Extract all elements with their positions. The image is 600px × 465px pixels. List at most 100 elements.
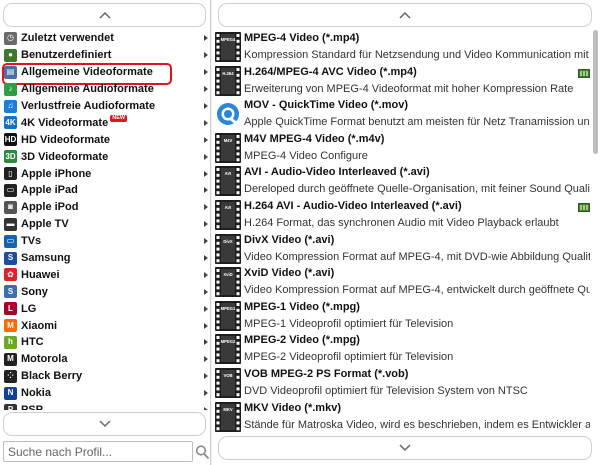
format-scrollbar[interactable] bbox=[593, 30, 599, 432]
category-item[interactable]: M Xiaomi bbox=[0, 317, 211, 334]
sony-icon: S bbox=[4, 285, 17, 299]
xiaomi-icon: M bbox=[4, 319, 17, 333]
thumb-label: MKV bbox=[223, 407, 233, 412]
thumb-label: XviD bbox=[223, 272, 232, 277]
search-icon[interactable] bbox=[195, 444, 209, 460]
format-item[interactable]: DivX DivX Video (*.avi) Video Kompression … bbox=[212, 232, 592, 266]
category-label: 4K Videoformate bbox=[21, 116, 109, 129]
chevron-up-icon bbox=[98, 11, 111, 19]
film-icon: AVI bbox=[215, 199, 241, 230]
samsung-icon: S bbox=[4, 251, 17, 265]
category-item[interactable]: ◷ Zuletzt verwendet bbox=[0, 30, 211, 47]
format-description: Kompression Standard für Netzsendung und… bbox=[244, 49, 590, 61]
4k-icon: 4K bbox=[4, 116, 17, 130]
category-item[interactable]: h HTC bbox=[0, 334, 211, 351]
format-item[interactable]: MPEG2 MPEG-2 Video (*.mpg) MPEG-2 Videopro… bbox=[212, 332, 592, 366]
category-item[interactable]: 3D 3D Videoformate bbox=[0, 148, 211, 165]
format-item[interactable]: MPEG1 MPEG-1 Video (*.mpg) MPEG-1 Videopro… bbox=[212, 299, 592, 333]
format-item[interactable]: MOV - QuickTime Video (*.mov) Apple Quick… bbox=[212, 97, 592, 131]
submenu-arrow-icon bbox=[204, 103, 208, 109]
category-item[interactable]: ♪ Allgemeine Audioformate bbox=[0, 81, 211, 98]
format-item[interactable]: XviD XviD Video (*.avi) Video Kompression … bbox=[212, 265, 592, 299]
category-item[interactable]: ▭ Apple iPad bbox=[0, 182, 211, 199]
submenu-arrow-icon bbox=[204, 170, 208, 177]
category-item[interactable]: ◙ Apple iPod bbox=[0, 199, 211, 216]
submenu-arrow-icon bbox=[204, 238, 208, 245]
format-item[interactable]: AVI H.264 AVI - Audio-Video Interleaved (… bbox=[212, 198, 592, 232]
category-item[interactable]: ▯ Apple iPhone bbox=[0, 165, 211, 182]
psp-icon: P bbox=[4, 403, 17, 410]
category-label: Black Berry bbox=[21, 370, 83, 383]
submenu-arrow-icon bbox=[204, 69, 208, 76]
category-item[interactable]: ▬ Apple TV bbox=[0, 216, 211, 233]
scrollbar-thumb[interactable] bbox=[593, 30, 598, 154]
category-item[interactable]: ▭ TVs bbox=[0, 233, 211, 250]
category-item[interactable]: ● Benutzerdefiniert bbox=[0, 47, 211, 64]
iphone-icon: ▯ bbox=[4, 167, 17, 181]
category-scroll-up-button[interactable] bbox=[3, 3, 206, 27]
format-name: MKV Video (*.mkv) bbox=[244, 401, 341, 414]
ipod-icon: ◙ bbox=[4, 200, 17, 214]
format-item[interactable]: VOB VOB MPEG-2 PS Format (*.vob) DVD Video… bbox=[212, 366, 592, 400]
new-badge: NEW bbox=[110, 115, 128, 123]
format-name: VOB MPEG-2 PS Format (*.vob) bbox=[244, 367, 409, 380]
category-item[interactable]: ✿ Huawei bbox=[0, 266, 211, 283]
format-name: H.264 AVI - Audio-Video Interleaved (*.a… bbox=[244, 199, 462, 212]
category-label: Huawei bbox=[21, 268, 60, 281]
motorola-icon: M bbox=[4, 352, 17, 366]
3d-icon: 3D bbox=[4, 150, 17, 164]
category-label: Apple iPhone bbox=[21, 167, 92, 180]
category-item[interactable]: L LG bbox=[0, 300, 211, 317]
format-scroll-up-button[interactable] bbox=[218, 3, 592, 27]
format-name: DivX Video (*.avi) bbox=[244, 233, 335, 246]
category-scroll-down-button[interactable] bbox=[3, 412, 206, 436]
ipad-icon: ▭ bbox=[4, 183, 17, 197]
category-item[interactable]: S Samsung bbox=[0, 250, 211, 267]
format-scroll-down-button[interactable] bbox=[218, 436, 592, 460]
category-label: Verlustfreie Audioformate bbox=[21, 100, 156, 112]
submenu-arrow-icon bbox=[204, 153, 208, 160]
category-label: HTC bbox=[21, 336, 44, 349]
format-item[interactable]: H.264 H.264/MPEG-4 AVC Video (*.mp4) Erwei… bbox=[212, 64, 592, 98]
category-item[interactable]: HD HD Videoformate bbox=[0, 131, 211, 148]
category-item[interactable]: S Sony bbox=[0, 283, 211, 300]
search-input[interactable] bbox=[4, 442, 192, 461]
category-item[interactable]: 4K 4K Videoformate NEW bbox=[0, 114, 211, 131]
music-note-icon: ♪ bbox=[4, 82, 17, 96]
format-item[interactable]: MKV MKV Video (*.mkv) Stände für Matroska … bbox=[212, 400, 592, 432]
format-item[interactable]: AVI AVI - Audio-Video Interleaved (*.avi)… bbox=[212, 164, 592, 198]
search-box bbox=[3, 441, 193, 462]
submenu-arrow-icon bbox=[204, 86, 208, 93]
category-item[interactable]: M Motorola bbox=[0, 351, 211, 368]
category-label: Zuletzt verwendet bbox=[21, 32, 114, 45]
format-description: MPEG-1 Videoprofil optimiert für Televis… bbox=[244, 317, 454, 330]
film-icon: ▤ bbox=[4, 65, 17, 79]
category-item[interactable]: ▤ Allgemeine Videoformate bbox=[0, 62, 211, 85]
film-icon: MPEG4 bbox=[215, 32, 241, 62]
hd-badge-icon bbox=[578, 202, 590, 212]
category-item[interactable]: ⁘ Black Berry bbox=[0, 368, 211, 385]
film-icon: DivX bbox=[215, 233, 241, 264]
format-item[interactable]: MPEG4 MPEG-4 Video (*.mp4) Kompression Sta… bbox=[212, 30, 592, 64]
submenu-arrow-icon bbox=[204, 52, 208, 59]
category-item[interactable]: N Nokia bbox=[0, 385, 211, 402]
category-list: ◷ Zuletzt verwendet ● Benutzerdefiniert ▤ All… bbox=[0, 30, 211, 410]
submenu-arrow-icon bbox=[204, 373, 208, 380]
submenu-arrow-icon bbox=[204, 356, 208, 363]
category-label: Sony bbox=[21, 285, 48, 298]
submenu-arrow-icon bbox=[204, 221, 208, 228]
format-description: Stände für Matroska Video, wird es besch… bbox=[244, 418, 590, 431]
htc-icon: h bbox=[4, 335, 17, 349]
category-label: Allgemeine Videoformate bbox=[21, 66, 153, 79]
category-item[interactable]: ♫ Verlustfreie Audioformate bbox=[0, 98, 211, 115]
category-label: Motorola bbox=[21, 353, 68, 366]
category-label: Apple TV bbox=[21, 218, 69, 231]
category-label: Benutzerdefiniert bbox=[21, 49, 112, 62]
category-item[interactable]: P PSP bbox=[0, 402, 211, 410]
thumb-label: MPEG2 bbox=[221, 339, 236, 344]
category-panel: ◷ Zuletzt verwendet ● Benutzerdefiniert ▤ All… bbox=[0, 0, 211, 465]
category-label: Xiaomi bbox=[21, 319, 58, 332]
thumb-label: AVI bbox=[225, 205, 232, 210]
format-name: AVI - Audio-Video Interleaved (*.avi) bbox=[244, 166, 430, 179]
format-item[interactable]: M4V M4V MPEG-4 Video (*.m4v) MPEG-4 Video … bbox=[212, 131, 592, 165]
